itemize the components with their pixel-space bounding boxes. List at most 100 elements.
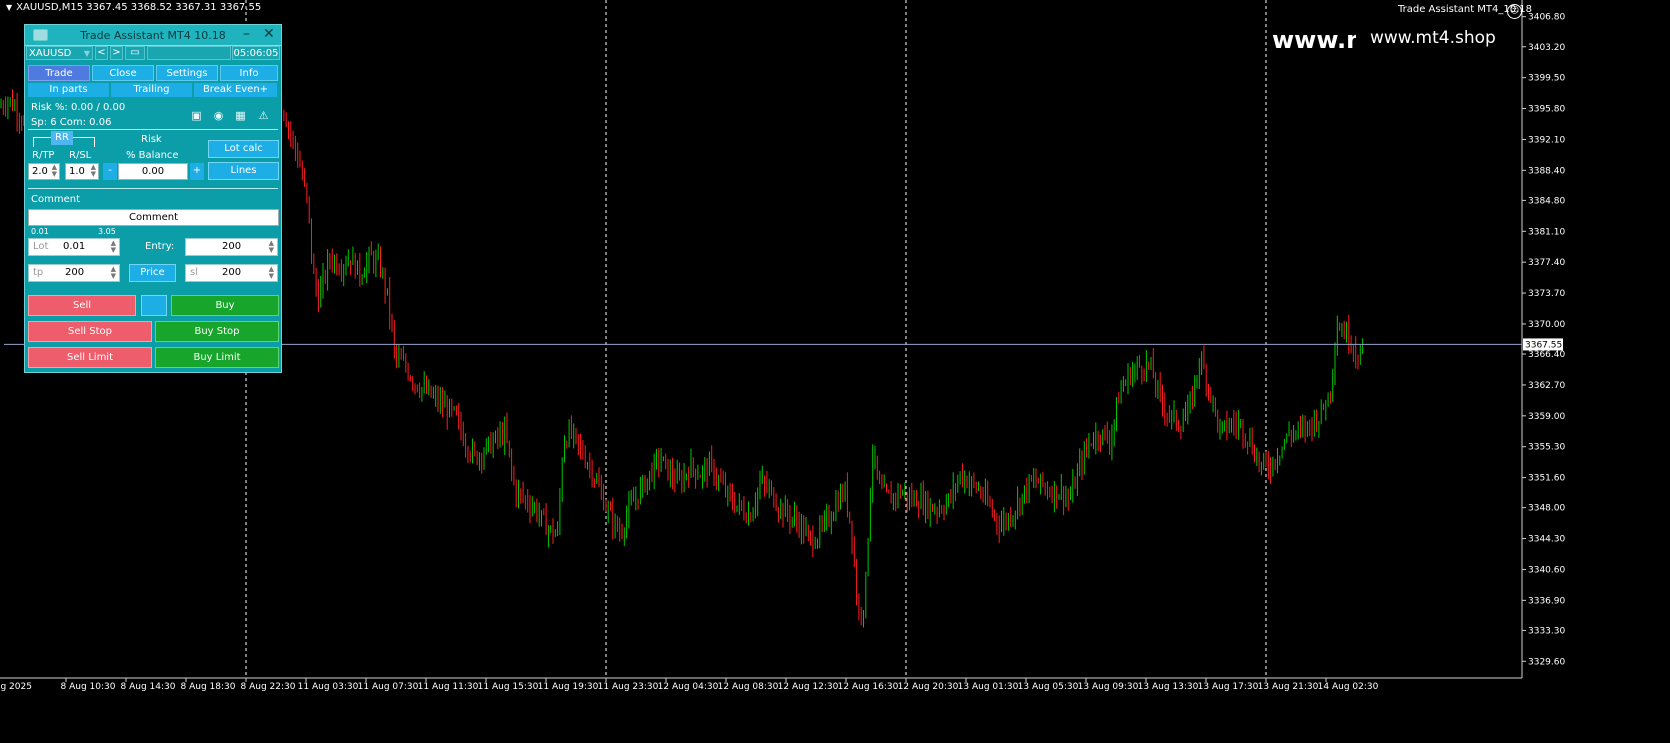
lot-placeholder: Lot (33, 241, 49, 252)
lines-button[interactable]: Lines (208, 162, 279, 180)
mode-toggle-button[interactable] (141, 295, 167, 316)
subtab-trailing[interactable]: Trailing (111, 83, 193, 97)
sell-button[interactable]: Sell (28, 295, 136, 316)
close-icon[interactable]: ✕ (263, 26, 275, 42)
spin-arrows-icon[interactable]: ▲ ▼ (91, 164, 96, 178)
x-tick-label: 12 Aug 08:30 (718, 682, 779, 692)
comment-input[interactable]: Comment (28, 209, 279, 226)
price-button[interactable]: Price (129, 264, 176, 282)
y-tick-label: 3336.90 (1528, 596, 1565, 606)
rsl-input[interactable]: 1.0 ▲ ▼ (65, 163, 99, 180)
risk-label: Risk (141, 134, 162, 145)
x-tick-label: 13 Aug 21:30 (1258, 682, 1319, 692)
watermark-left: www.n (1272, 26, 1356, 54)
risk-readout: Risk %: 0.00 / 0.00 (31, 102, 126, 113)
screenshot-icon[interactable]: ▣ (190, 109, 203, 122)
subtab-break-even[interactable]: Break Even+ (194, 83, 278, 97)
sell-limit-button[interactable]: Sell Limit (28, 347, 152, 368)
risk-minus-button[interactable]: - (103, 163, 117, 180)
x-tick-label: 8 Aug 10:30 (61, 682, 116, 692)
tab-trade[interactable]: Trade (28, 65, 90, 81)
x-tick-label: 14 Aug 02:30 (1318, 682, 1379, 692)
y-tick-label: 3373.70 (1528, 289, 1565, 299)
symbol-select[interactable]: XAUUSD ▼ (26, 46, 93, 60)
candle-timer: 05:06:05 (232, 46, 280, 60)
risk-input[interactable]: 0.00 (118, 163, 188, 180)
rr-button[interactable]: RR (51, 131, 73, 145)
sl-input[interactable]: sl 200 ▲ ▼ (185, 264, 278, 282)
tab-close[interactable]: Close (92, 65, 154, 81)
lot-max-label: 3.05 (98, 227, 116, 236)
lot-min-label: 0.01 (31, 227, 49, 236)
y-tick-label: 3366.40 (1528, 350, 1565, 360)
x-tick-label: 12 Aug 20:30 (898, 682, 959, 692)
lot-input[interactable]: Lot 0.01 ▲ ▼ (28, 238, 120, 256)
minimize-icon[interactable]: – (243, 26, 250, 42)
lot-calc-button[interactable]: Lot calc (208, 140, 279, 158)
dropdown-triangle-icon[interactable]: ▼ (6, 3, 12, 12)
entry-label: Entry: (145, 241, 175, 252)
tp-placeholder: tp (33, 267, 44, 278)
next-symbol-button[interactable]: > (110, 46, 123, 60)
rtp-input[interactable]: 2.0 ▲ ▼ (28, 163, 60, 180)
y-tick-label: 3377.40 (1528, 258, 1565, 268)
trade-assistant-panel[interactable]: Trade Assistant MT4 10.18 – ✕ XAUUSD ▼ < … (24, 24, 282, 373)
symbol-info-bar (147, 46, 231, 60)
current-price-label: 3367.55 (1525, 340, 1562, 350)
risk-plus-button[interactable]: + (190, 163, 204, 180)
alert-icon[interactable]: ⚠ (257, 109, 270, 122)
x-tick-label: 8 Aug 22:30 (241, 682, 296, 692)
chart-symbol-quote: XAUUSD,M15 3367.45 3368.52 3367.31 3367.… (16, 2, 262, 13)
y-tick-label: 3359.00 (1528, 412, 1565, 422)
eye-icon[interactable]: ◉ (212, 109, 225, 122)
y-tick-label: 3370.00 (1528, 320, 1565, 330)
tp-input[interactable]: tp 200 ▲ ▼ (28, 264, 120, 282)
x-tick-label: 12 Aug 04:30 (658, 682, 719, 692)
folder-icon[interactable]: ▭ (125, 46, 145, 60)
x-tick-label: 8 Aug 18:30 (181, 682, 236, 692)
y-tick-label: 3395.80 (1528, 105, 1565, 115)
subtab-in-parts[interactable]: In parts (28, 83, 110, 97)
tab-settings[interactable]: Settings (156, 65, 218, 81)
x-tick-label: 13 Aug 09:30 (1078, 682, 1139, 692)
buy-button[interactable]: Buy (171, 295, 279, 316)
x-tick-label: 13 Aug 13:30 (1138, 682, 1199, 692)
spin-arrows-icon[interactable]: ▲ ▼ (269, 240, 274, 254)
divider (28, 188, 278, 189)
y-tick-label: 3403.20 (1528, 43, 1565, 53)
balance-label: % Balance (126, 150, 179, 161)
smiley-icon: ☺ (1507, 4, 1522, 19)
y-tick-label: 3329.60 (1528, 657, 1565, 667)
spin-arrows-icon[interactable]: ▲ ▼ (52, 164, 57, 178)
divider (28, 129, 278, 130)
entry-value: 200 (222, 241, 242, 252)
calendar-icon[interactable]: ▦ (234, 109, 247, 122)
prev-symbol-button[interactable]: < (95, 46, 108, 60)
rsl-label: R/SL (69, 150, 92, 161)
spin-arrows-icon[interactable]: ▲ ▼ (269, 266, 274, 280)
spin-arrows-icon[interactable]: ▲ ▼ (111, 240, 116, 254)
y-tick-label: 3406.80 (1528, 13, 1565, 23)
x-tick-label: 11 Aug 11:30 (418, 682, 479, 692)
spin-arrows-icon[interactable]: ▲ ▼ (111, 266, 116, 280)
sell-stop-button[interactable]: Sell Stop (28, 321, 152, 342)
sl-value: 200 (222, 267, 242, 278)
buy-limit-button[interactable]: Buy Limit (155, 347, 279, 368)
spread-commission-readout: Sp: 6 Com: 0.06 (31, 117, 112, 128)
panel-titlebar[interactable]: Trade Assistant MT4 10.18 – ✕ (25, 25, 281, 46)
x-tick-label: 13 Aug 05:30 (1018, 682, 1079, 692)
tab-info[interactable]: Info (220, 65, 278, 81)
comment-label: Comment (31, 194, 80, 205)
x-tick-label: 12 Aug 16:30 (838, 682, 899, 692)
y-tick-label: 3344.30 (1528, 535, 1565, 545)
sl-placeholder: sl (190, 267, 198, 278)
x-tick-label: 11 Aug 15:30 (478, 682, 539, 692)
watermark-right: www.mt4.shop (1370, 28, 1496, 48)
lot-value: 0.01 (63, 241, 86, 252)
x-tick-label: 13 Aug 01:30 (958, 682, 1019, 692)
entry-input[interactable]: 200 ▲ ▼ (185, 238, 278, 256)
y-tick-label: 3348.00 (1528, 504, 1565, 514)
y-tick-label: 3392.10 (1528, 135, 1565, 145)
tp-value: 200 (65, 267, 85, 278)
buy-stop-button[interactable]: Buy Stop (155, 321, 279, 342)
